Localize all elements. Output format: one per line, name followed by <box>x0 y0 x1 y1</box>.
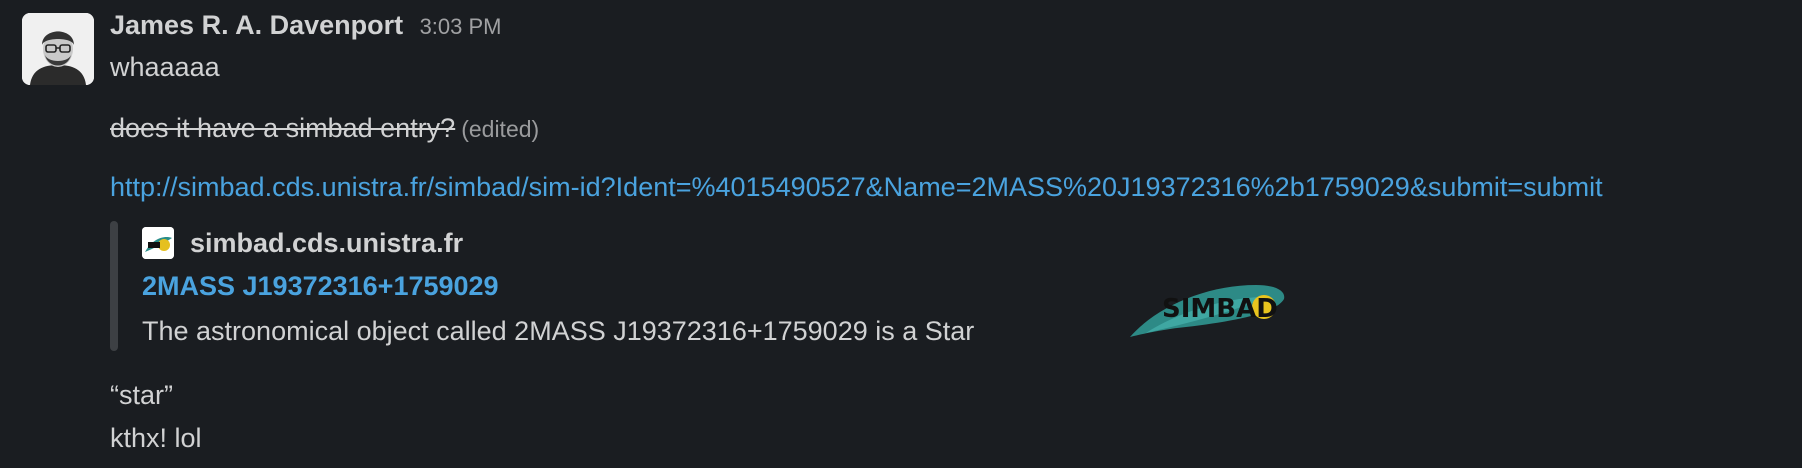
simbad-logo-icon: SIMBAD <box>1130 285 1285 337</box>
preview-title[interactable]: 2MASS J19372316+1759029 <box>142 271 499 302</box>
edited-label: (edited) <box>461 116 540 142</box>
message-link-line: http://simbad.cds.unistra.fr/simbad/sim-… <box>110 172 1603 203</box>
message-header: James R. A. Davenport 3:03 PM <box>110 10 502 41</box>
preview-description: The astronomical object called 2MASS J19… <box>142 316 975 346</box>
message-text: whaaaaa <box>110 52 220 82</box>
avatar[interactable] <box>22 13 94 85</box>
link-preview: simbad.cds.unistra.fr 2MASS J19372316+17… <box>110 221 1350 351</box>
simbad-logo[interactable]: SIMBAD <box>1126 277 1296 343</box>
simbad-link[interactable]: http://simbad.cds.unistra.fr/simbad/sim-… <box>110 172 1603 202</box>
preview-site-name: simbad.cds.unistra.fr <box>190 227 464 258</box>
message-text: “star” <box>110 380 173 410</box>
simbad-logo-text: SIMBAD <box>1162 294 1278 324</box>
person-avatar-icon <box>22 13 94 85</box>
preview-accent-bar <box>110 221 118 351</box>
edited-message: does it have a simbad entry? (edited) <box>110 113 539 144</box>
strikethrough-text: does it have a simbad entry? <box>110 113 456 143</box>
preview-site: simbad.cds.unistra.fr <box>142 227 463 259</box>
author-name[interactable]: James R. A. Davenport <box>110 10 403 40</box>
simbad-favicon-icon <box>142 227 174 259</box>
message-text: kthx! lol <box>110 423 202 453</box>
message-timestamp[interactable]: 3:03 PM <box>420 14 502 39</box>
